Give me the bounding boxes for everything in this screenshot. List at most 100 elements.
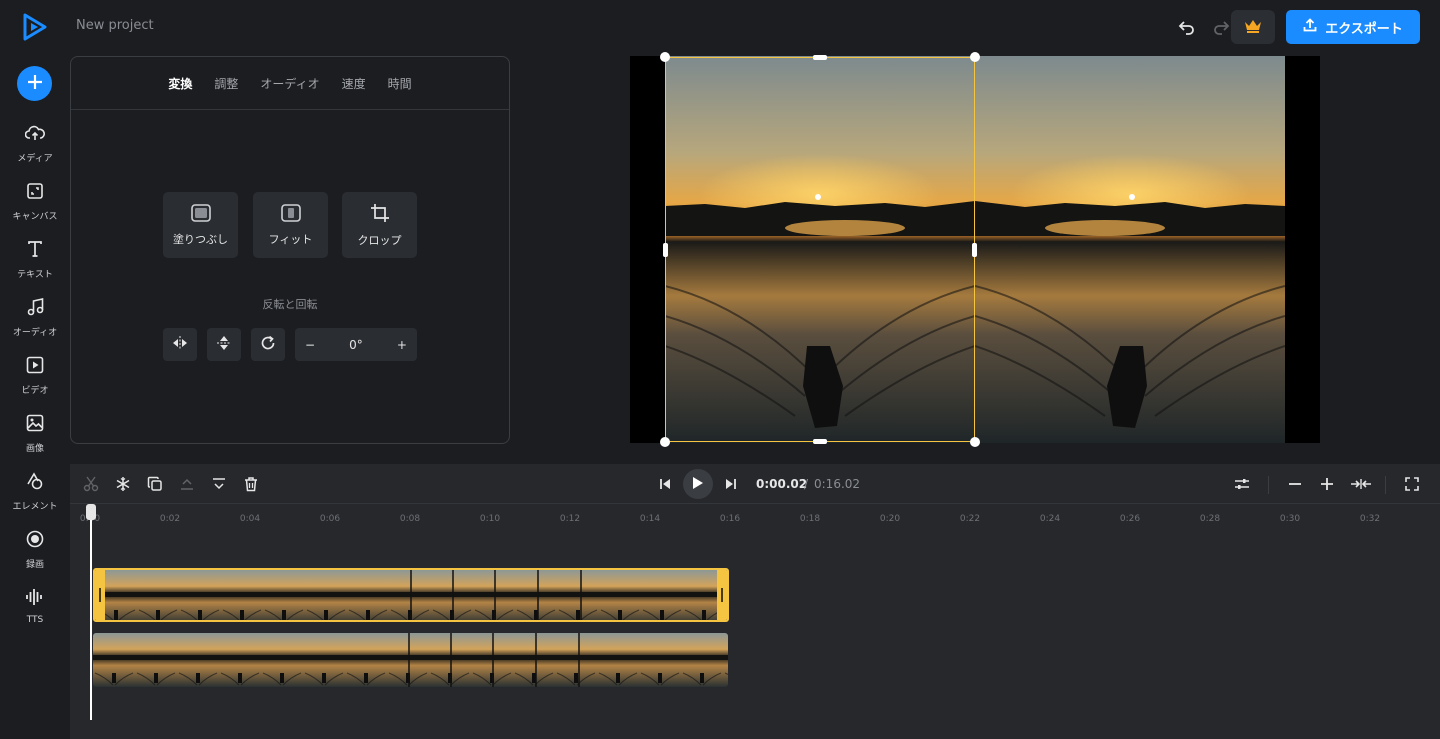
rotate-button[interactable] [251,328,285,361]
fill-icon [190,203,211,225]
selection-box[interactable] [660,52,980,447]
playhead-handle[interactable] [86,504,96,520]
resize-handle-top-right[interactable] [970,52,980,62]
add-button[interactable] [17,66,52,101]
ruler-tick-label: 0:08 [399,514,421,524]
video-icon [25,355,45,379]
trash-icon[interactable] [241,474,261,494]
crown-icon [1244,18,1262,37]
resize-handle-top[interactable] [813,55,827,60]
record-icon [25,529,45,553]
rotation-increase-button[interactable]: + [397,338,407,352]
move-up-icon[interactable] [177,474,197,494]
shapes-icon [25,471,45,495]
music-note-icon [25,297,45,321]
upload-icon [1303,18,1317,36]
tab-adjust[interactable]: 調整 [214,75,238,92]
flip-rotate-title: 反転と回転 [262,298,318,311]
move-down-icon[interactable] [209,474,229,494]
ruler-tick-label: 0:02 [159,514,181,524]
video-clip-selected[interactable] [93,568,729,622]
redo-icon[interactable] [1210,16,1232,38]
sidebar-item-label: キャンバス [12,212,58,222]
sidebar-item-text[interactable]: テキスト [0,239,70,289]
premium-button[interactable] [1231,10,1275,44]
split-icon[interactable] [81,474,101,494]
skip-back-icon[interactable] [655,474,675,494]
resize-handle-top-left[interactable] [660,52,670,62]
ruler-tick-label: 0:24 [1039,514,1061,524]
timeline: 0:00.02 / 0:16.02 0:000:020:040:060:080:… [70,464,1440,739]
top-bar: New project エクスポート [0,0,1440,56]
clip-trim-handle-left[interactable] [95,570,105,620]
play-button[interactable] [683,469,713,499]
fit-label: フィット [268,232,313,246]
total-duration: 0:16.02 [814,477,861,491]
video-clip[interactable] [93,633,728,687]
panel-tabs: 変換 調整 オーディオ 速度 時間 [71,57,509,110]
adjust-sliders-icon[interactable] [1232,474,1252,494]
plus-icon [27,74,43,94]
rotation-stepper[interactable]: − 0° + [295,328,417,361]
crop-button[interactable]: クロップ [342,192,417,258]
ruler-tick-label: 0:28 [1199,514,1221,524]
freeze-icon[interactable] [113,474,133,494]
app-logo-icon[interactable] [22,13,48,41]
current-time: 0:00.02 [756,477,808,491]
resize-handle-right[interactable] [972,243,977,257]
rotation-decrease-button[interactable]: − [305,338,315,352]
sidebar-item-tts[interactable]: TTS [0,587,70,637]
tab-audio[interactable]: オーディオ [260,75,319,92]
ruler-tick-label: 0:32 [1359,514,1381,524]
clip-thumbnails [93,633,728,687]
flip-horizontal-icon [172,335,188,354]
undo-icon[interactable] [1176,16,1198,38]
sidebar-item-label: テキスト [17,270,53,280]
duplicate-icon[interactable] [145,474,165,494]
ruler-tick-label: 0:20 [879,514,901,524]
sidebar-item-label: 画像 [25,444,44,454]
sidebar-item-record[interactable]: 録画 [0,529,70,579]
tab-time[interactable]: 時間 [388,75,412,92]
resize-handle-bottom[interactable] [813,439,827,444]
fit-button[interactable]: フィット [253,192,328,258]
sidebar-item-audio[interactable]: オーディオ [0,297,70,347]
export-button[interactable]: エクスポート [1286,10,1420,44]
properties-panel: 変換 調整 オーディオ 速度 時間 塗りつぶし フィット クロップ 反転と回転 … [70,56,510,444]
upload-cloud-icon [24,123,45,147]
tab-speed[interactable]: 速度 [342,75,366,92]
ruler-tick-label: 0:04 [239,514,261,524]
resize-handle-bottom-right[interactable] [970,437,980,447]
zoom-in-icon[interactable] [1317,474,1337,494]
project-name[interactable]: New project [76,18,154,33]
toolbar-divider [1385,476,1386,494]
playhead[interactable] [90,506,92,720]
clip-trim-handle-right[interactable] [717,570,727,620]
sidebar-item-video[interactable]: ビデオ [0,355,70,405]
fullscreen-icon[interactable] [1402,474,1422,494]
sidebar-item-label: 録画 [25,560,44,570]
rotation-value[interactable]: 0° [349,338,363,352]
ruler-tick-label: 0:10 [479,514,501,524]
fit-timeline-icon[interactable] [1349,474,1373,494]
skip-forward-icon[interactable] [721,474,741,494]
tab-transform[interactable]: 変換 [168,75,192,92]
zoom-out-icon[interactable] [1285,474,1305,494]
fit-icon [280,203,301,225]
crop-label: クロップ [357,233,402,247]
sidebar-item-canvas[interactable]: キャンバス [0,181,70,231]
resize-handle-left[interactable] [663,243,668,257]
sidebar-item-image[interactable]: 画像 [0,413,70,463]
image-icon [25,413,45,437]
flip-horizontal-button[interactable] [163,328,197,361]
time-separator: / [804,477,809,491]
sidebar-item-label: ビデオ [21,386,49,396]
resize-handle-bottom-left[interactable] [660,437,670,447]
sidebar-item-elements[interactable]: エレメント [0,471,70,521]
timeline-ruler[interactable]: 0:000:020:040:060:080:100:120:140:160:18… [70,505,1440,529]
flip-vertical-button[interactable] [207,328,241,361]
fill-button[interactable]: 塗りつぶし [163,192,238,258]
ruler-tick-label: 0:14 [639,514,661,524]
flip-vertical-icon [217,335,231,355]
sidebar-item-media[interactable]: メディア [0,123,70,173]
